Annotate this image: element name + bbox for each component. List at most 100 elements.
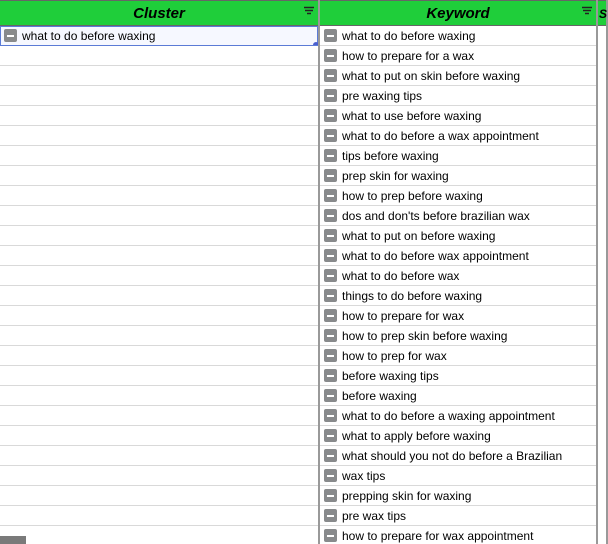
table-row[interactable]: what to apply before waxing — [320, 426, 596, 446]
table-row[interactable]: what to put on skin before waxing — [320, 66, 596, 86]
collapse-icon[interactable] — [324, 449, 337, 462]
keyword-cell-text: prep skin for waxing — [342, 166, 449, 186]
table-row[interactable] — [0, 146, 318, 166]
collapse-icon[interactable] — [324, 529, 337, 542]
table-row[interactable]: what to do before wax — [320, 266, 596, 286]
table-row[interactable]: how to prepare for wax — [320, 306, 596, 326]
cluster-header[interactable]: Cluster — [0, 0, 318, 26]
table-row[interactable] — [0, 106, 318, 126]
table-row[interactable]: prep skin for waxing — [320, 166, 596, 186]
collapse-icon[interactable] — [324, 469, 337, 482]
table-row[interactable] — [0, 326, 318, 346]
table-row[interactable]: what should you not do before a Brazilia… — [320, 446, 596, 466]
table-row[interactable] — [0, 526, 318, 544]
scrollbar-stub[interactable] — [0, 536, 26, 544]
collapse-icon[interactable] — [324, 429, 337, 442]
collapse-icon[interactable] — [324, 189, 337, 202]
table-row[interactable]: before waxing — [320, 386, 596, 406]
table-row[interactable]: dos and don'ts before brazilian wax — [320, 206, 596, 226]
keyword-cell-text: pre wax tips — [342, 506, 406, 526]
table-row[interactable]: tips before waxing — [320, 146, 596, 166]
collapse-icon[interactable] — [324, 509, 337, 522]
collapse-icon[interactable] — [324, 229, 337, 242]
table-row[interactable] — [0, 66, 318, 86]
table-row[interactable]: what to do before a waxing appointment — [320, 406, 596, 426]
keyword-body[interactable]: what to do before waxinghow to prepare f… — [320, 26, 596, 544]
cluster-body[interactable]: what to do before waxing — [0, 26, 318, 544]
keyword-cell-text: things to do before waxing — [342, 286, 482, 306]
table-row[interactable] — [0, 366, 318, 386]
table-row[interactable]: things to do before waxing — [320, 286, 596, 306]
table-row[interactable]: before waxing tips — [320, 366, 596, 386]
table-row[interactable] — [0, 266, 318, 286]
collapse-icon[interactable] — [4, 29, 17, 42]
table-row[interactable]: how to prep skin before waxing — [320, 326, 596, 346]
table-row[interactable] — [0, 426, 318, 446]
table-row[interactable]: what to do before waxing — [0, 26, 318, 46]
table-row[interactable]: what to put on before waxing — [320, 226, 596, 246]
table-row[interactable]: what to do before wax appointment — [320, 246, 596, 266]
keyword-header[interactable]: Keyword — [320, 0, 596, 26]
extra-body[interactable] — [598, 26, 606, 544]
table-row[interactable] — [0, 346, 318, 366]
table-row[interactable]: how to prep for wax — [320, 346, 596, 366]
keyword-cell-text: how to prep skin before waxing — [342, 326, 507, 346]
collapse-icon[interactable] — [324, 369, 337, 382]
collapse-icon[interactable] — [324, 29, 337, 42]
collapse-icon[interactable] — [324, 89, 337, 102]
table-row[interactable] — [0, 166, 318, 186]
keyword-cell-text: what to use before waxing — [342, 106, 481, 126]
table-row[interactable]: prepping skin for waxing — [320, 486, 596, 506]
table-row[interactable]: what to use before waxing — [320, 106, 596, 126]
table-row[interactable]: how to prep before waxing — [320, 186, 596, 206]
collapse-icon[interactable] — [324, 249, 337, 262]
collapse-icon[interactable] — [324, 69, 337, 82]
keyword-cell-text: what to do before wax — [342, 266, 459, 286]
table-row[interactable] — [0, 246, 318, 266]
collapse-icon[interactable] — [324, 269, 337, 282]
table-row[interactable]: wax tips — [320, 466, 596, 486]
collapse-icon[interactable] — [324, 149, 337, 162]
table-row[interactable]: pre waxing tips — [320, 86, 596, 106]
collapse-icon[interactable] — [324, 129, 337, 142]
table-row[interactable] — [0, 466, 318, 486]
table-row[interactable]: what to do before a wax appointment — [320, 126, 596, 146]
table-row[interactable] — [0, 286, 318, 306]
collapse-icon[interactable] — [324, 169, 337, 182]
table-row[interactable] — [0, 406, 318, 426]
table-row[interactable] — [0, 86, 318, 106]
collapse-icon[interactable] — [324, 289, 337, 302]
collapse-icon[interactable] — [324, 409, 337, 422]
filter-icon[interactable] — [304, 7, 314, 20]
collapse-icon[interactable] — [324, 489, 337, 502]
table-row[interactable] — [0, 506, 318, 526]
table-row[interactable] — [0, 46, 318, 66]
table-row[interactable]: pre wax tips — [320, 506, 596, 526]
keyword-cell-text: what to apply before waxing — [342, 426, 491, 446]
collapse-icon[interactable] — [324, 309, 337, 322]
table-row[interactable] — [0, 186, 318, 206]
collapse-icon[interactable] — [324, 209, 337, 222]
keyword-cell-text: how to prep before waxing — [342, 186, 483, 206]
table-row[interactable] — [0, 226, 318, 246]
collapse-icon[interactable] — [324, 49, 337, 62]
table-row[interactable]: how to prepare for wax appointment — [320, 526, 596, 544]
collapse-icon[interactable] — [324, 349, 337, 362]
collapse-icon[interactable] — [324, 389, 337, 402]
table-row[interactable]: what to do before waxing — [320, 26, 596, 46]
collapse-icon[interactable] — [324, 109, 337, 122]
table-row[interactable] — [0, 206, 318, 226]
keyword-cell-text: what to do before wax appointment — [342, 246, 529, 266]
filter-icon[interactable] — [582, 7, 592, 20]
spreadsheet-grid: Cluster what to do before waxing Keyword… — [0, 0, 608, 544]
table-row[interactable] — [0, 306, 318, 326]
table-row[interactable] — [0, 126, 318, 146]
keyword-cell-text: what to put on before waxing — [342, 226, 495, 246]
extra-header[interactable]: S — [598, 0, 606, 26]
table-row[interactable] — [0, 386, 318, 406]
collapse-icon[interactable] — [324, 329, 337, 342]
keyword-cell-text: what to do before a wax appointment — [342, 126, 539, 146]
table-row[interactable]: how to prepare for a wax — [320, 46, 596, 66]
table-row[interactable] — [0, 486, 318, 506]
table-row[interactable] — [0, 446, 318, 466]
